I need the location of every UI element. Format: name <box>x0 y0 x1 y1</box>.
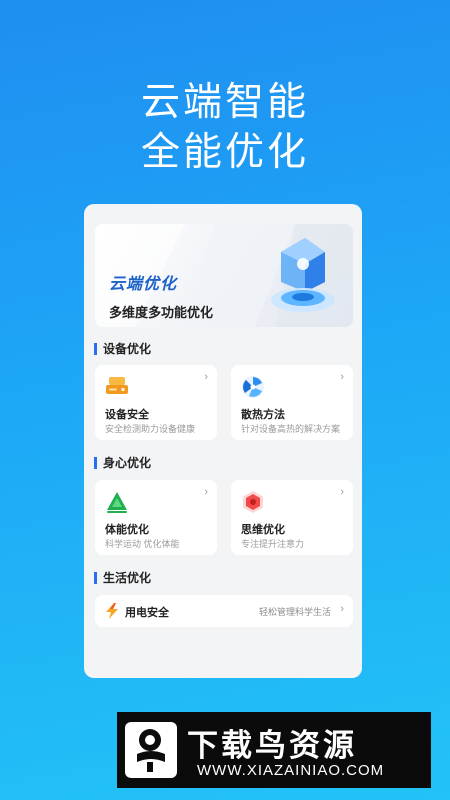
triangle-up-icon <box>105 490 129 519</box>
cube-shield-icon <box>263 234 343 324</box>
section-title-life: 生活优化 <box>94 572 151 584</box>
device-safety-tile[interactable]: › 设备安全 安全检测助力设备健康 <box>95 365 217 440</box>
fitness-tile[interactable]: › 体能优化 科学运动 优化体能 <box>95 480 217 555</box>
bird-logo-icon <box>125 722 177 783</box>
watermark-brand: 下载鸟资源 <box>187 728 357 763</box>
headline-line-2: 全能优化 <box>140 131 309 174</box>
power-safety-row[interactable]: 用电安全 轻松管理科学生活 › <box>95 595 353 627</box>
banner-title: 云端优化 <box>109 276 178 293</box>
chevron-right-icon: › <box>340 603 344 615</box>
mind-tile[interactable]: › 思维优化 专注提升注意力 <box>231 480 353 555</box>
tile-description: 科学运动 优化体能 <box>105 539 180 549</box>
drive-icon <box>105 375 129 402</box>
watermark-url: WWW.XIAZAINIAO.COM <box>197 762 385 779</box>
tile-description: 安全检测助力设备健康 <box>105 424 196 434</box>
headline-line-1: 云端智能 <box>140 81 309 124</box>
phone-screen-card: 云端优化 多维度多功能优化 设备优化 › 设备安全 安全检测助力设备健康 › 散… <box>84 204 362 678</box>
row-hint: 轻松管理科学生活 <box>258 607 331 617</box>
optimize-banner[interactable]: 云端优化 多维度多功能优化 <box>95 224 353 327</box>
lightning-icon <box>105 603 119 624</box>
chevron-right-icon: › <box>340 486 344 498</box>
cooling-tile[interactable]: › 散热方法 针对设备高热的解决方案 <box>231 365 353 440</box>
chevron-right-icon: › <box>204 486 208 498</box>
banner-subtitle: 多维度多功能优化 <box>109 305 214 320</box>
section-title-body-mind: 身心优化 <box>94 457 151 469</box>
section-title-device: 设备优化 <box>94 343 151 355</box>
tile-title: 思维优化 <box>241 524 285 536</box>
tile-title: 体能优化 <box>105 524 149 536</box>
row-label: 用电安全 <box>125 607 169 619</box>
chevron-right-icon: › <box>340 371 344 383</box>
fan-icon <box>241 375 265 404</box>
watermark-banner: 下载鸟资源 WWW.XIAZAINIAO.COM <box>117 712 431 788</box>
chevron-right-icon: › <box>204 371 208 383</box>
tile-description: 针对设备高热的解决方案 <box>241 424 341 434</box>
tile-title: 散热方法 <box>241 409 285 421</box>
hexagon-icon <box>241 490 265 519</box>
headline: 云端智能 全能优化 <box>0 78 450 178</box>
tile-title: 设备安全 <box>105 409 149 421</box>
tile-description: 专注提升注意力 <box>241 539 305 549</box>
